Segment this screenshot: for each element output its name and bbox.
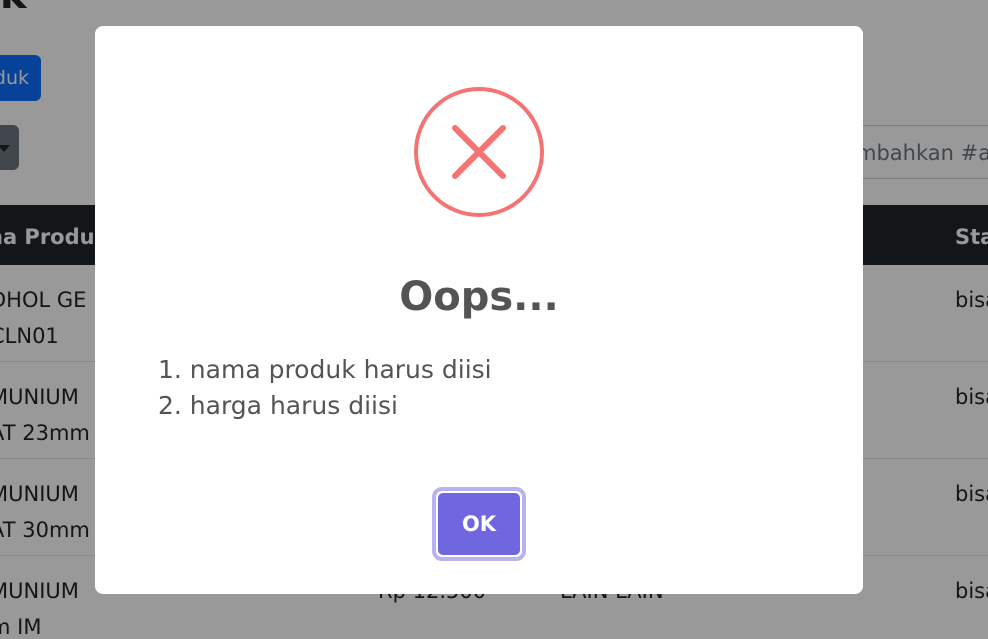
error-dialog: Oops... 1. nama produk harus diisi 2. ha… <box>95 26 863 594</box>
ok-button-label: OK <box>438 493 520 555</box>
ok-button[interactable]: OK <box>432 487 526 561</box>
error-list: 1. nama produk harus diisi 2. harga haru… <box>158 352 492 424</box>
error-x-icon <box>414 87 544 217</box>
error-message: 2. harga harus diisi <box>158 391 398 420</box>
error-message: 1. nama produk harus diisi <box>158 355 492 384</box>
page: k duk mbahkan #a na Produ Sta DHOL GE CL… <box>0 0 988 639</box>
dialog-title: Oops... <box>399 274 559 320</box>
